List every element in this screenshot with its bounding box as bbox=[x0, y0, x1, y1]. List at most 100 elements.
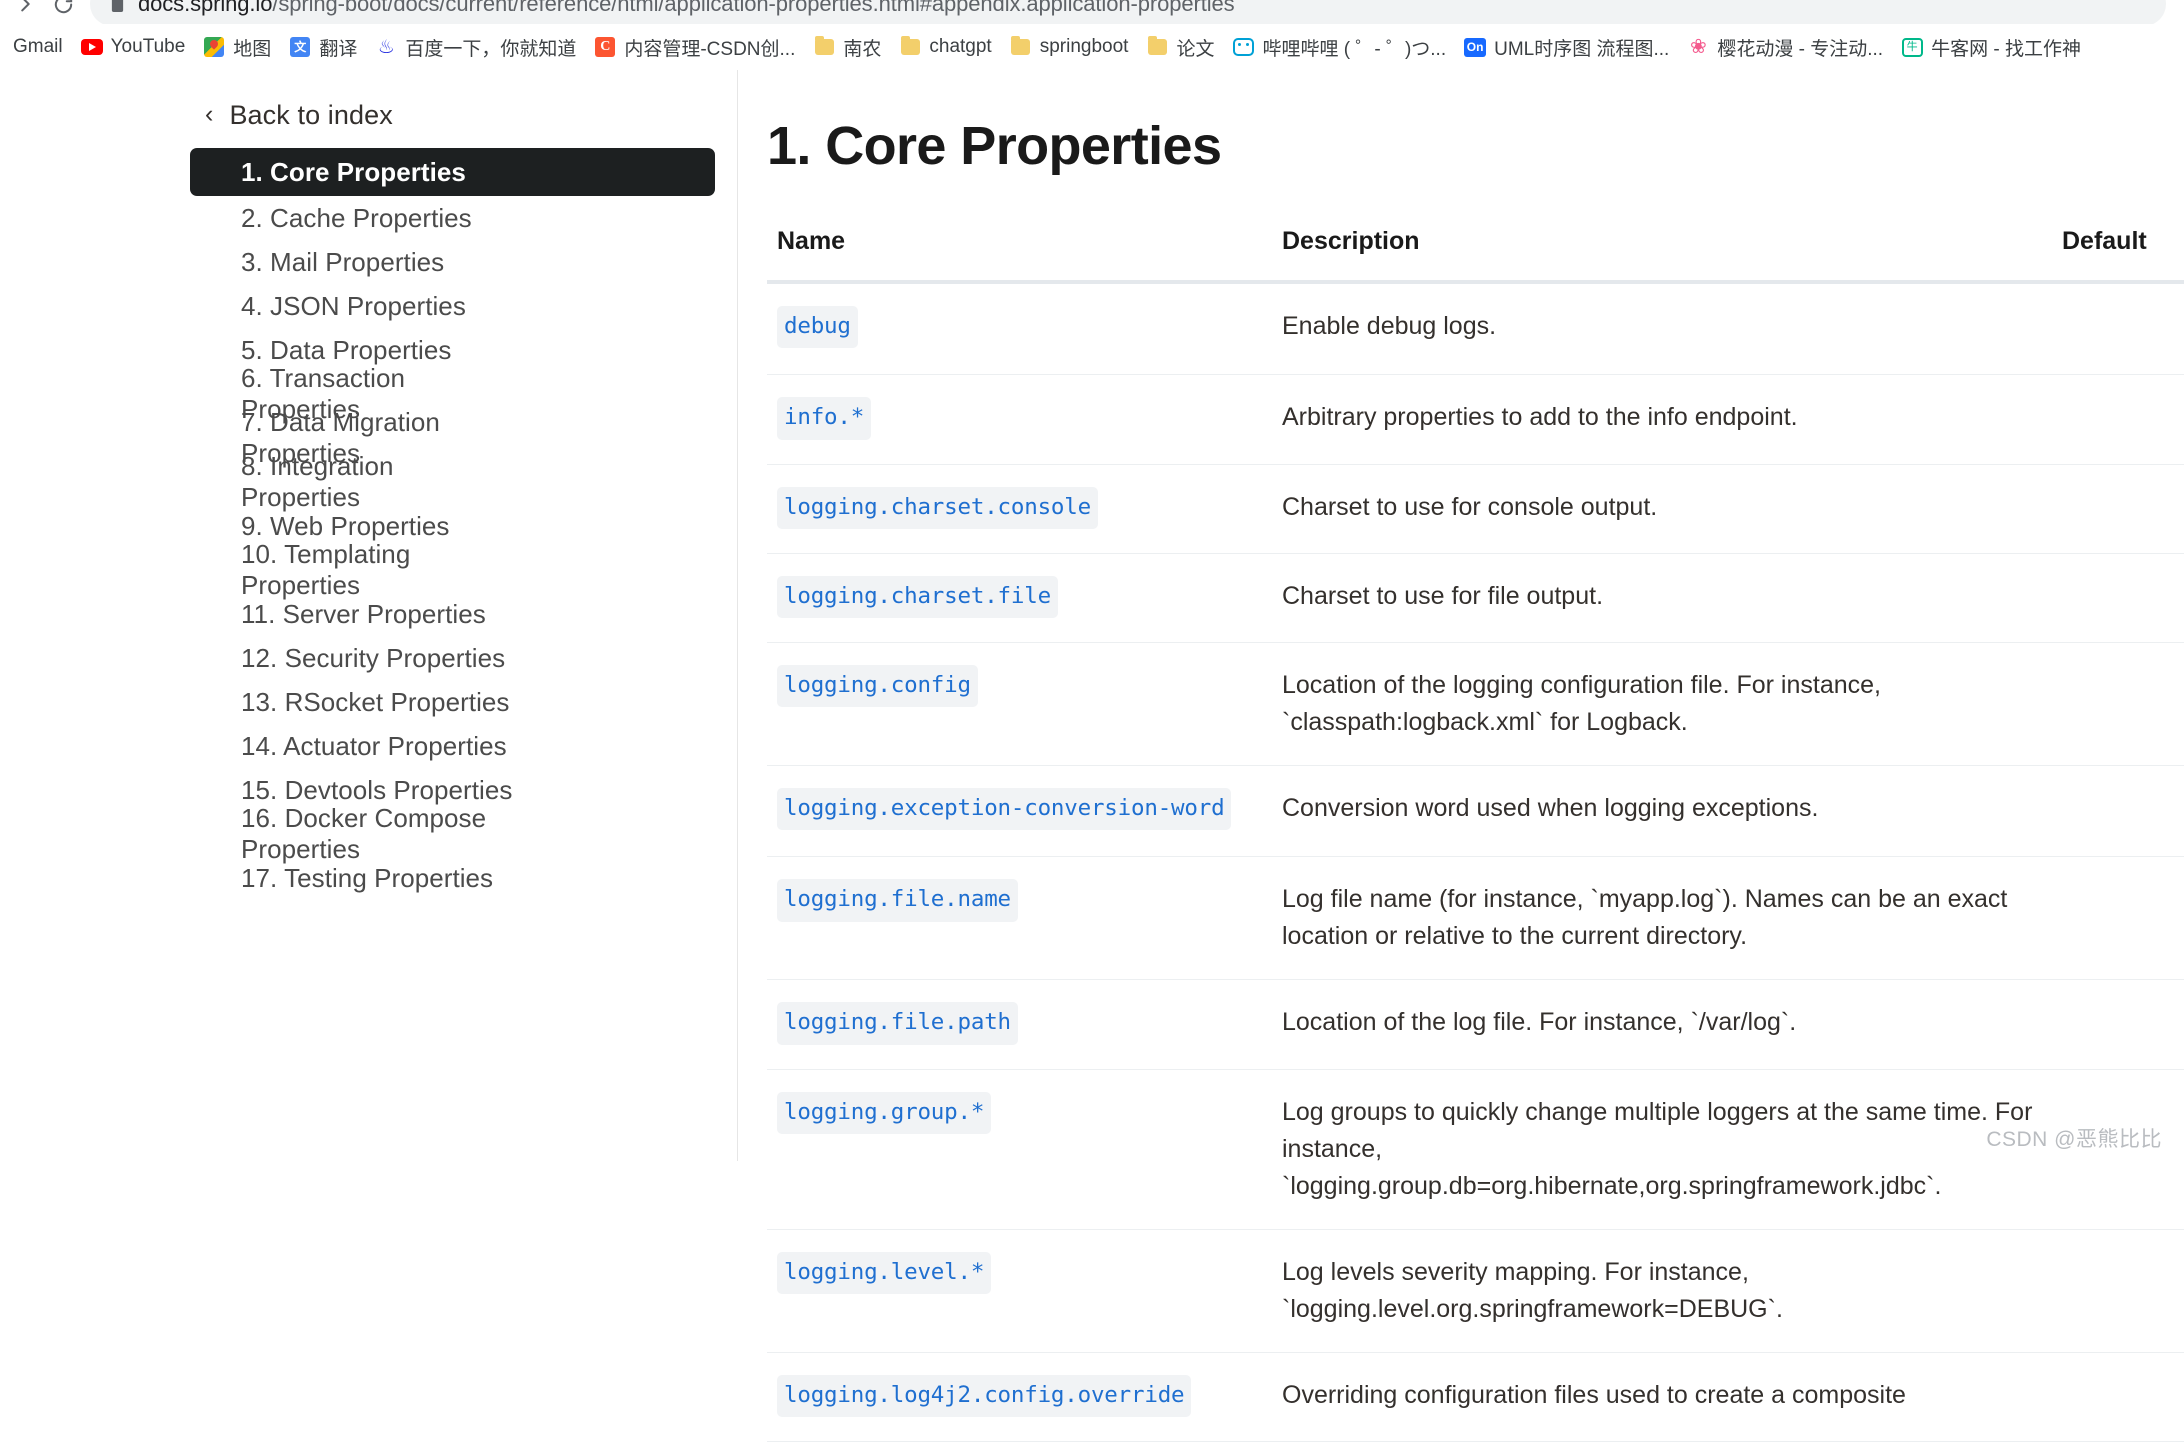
cell-description: Log file name (for instance, `myapp.log`… bbox=[1272, 856, 2052, 981]
bookmark-youtube[interactable]: YouTube bbox=[72, 30, 195, 64]
table-row: debug Enable debug logs. false bbox=[767, 282, 2184, 376]
properties-table: Name Description Default debug Enable deb… bbox=[767, 227, 2184, 1442]
bookmark-csdn[interactable]: C 内容管理-CSDN创... bbox=[585, 30, 804, 64]
sidebar-item-16[interactable]: 16. Docker Compose Properties bbox=[190, 803, 514, 864]
sidebar-item-label: 3. Mail Properties bbox=[241, 246, 445, 277]
bookmark-bilibili[interactable]: 哔哩哔哩 ( ゜- ゜)つ... bbox=[1223, 30, 1455, 64]
chevron-left-icon: ‹ bbox=[205, 99, 214, 128]
sidebar-item-11[interactable]: 11. Server Properties bbox=[190, 592, 514, 636]
sidebar-item-4[interactable]: 4. JSON Properties bbox=[190, 284, 514, 328]
table-row: logging.file.path Location of the log fil… bbox=[767, 979, 2184, 1070]
google-maps-icon bbox=[203, 36, 225, 58]
cell-description: Charset to use for file output. bbox=[1272, 553, 2052, 644]
forward-arrow-icon[interactable] bbox=[8, 0, 42, 21]
property-name-link[interactable]: logging.file.name bbox=[777, 879, 1018, 922]
sidebar-item-label: 4. JSON Properties bbox=[241, 290, 466, 321]
table-row: logging.exception-conversion-word Convers… bbox=[767, 765, 2184, 858]
bookmark-sakura[interactable]: ❀ 樱花动漫 - 专注动... bbox=[1678, 30, 1892, 64]
sidebar-item-3[interactable]: 3. Mail Properties bbox=[190, 240, 514, 284]
cell-default-value bbox=[2052, 979, 2184, 1070]
cell-property-name: logging.log4j2.config.override bbox=[767, 1352, 1272, 1442]
bookmark-folder-nannong[interactable]: 南农 bbox=[804, 30, 890, 64]
table-row: logging.file.name Log file name (for inst… bbox=[767, 856, 2184, 981]
baidu-icon: ♨ bbox=[377, 36, 395, 58]
bookmarks-bar: Gmail YouTube 地图 文 翻译 ♨ 百度一下，你就知道 C 内容管理… bbox=[0, 24, 2184, 70]
address-bar[interactable]: docs.spring.io/spring-boot/docs/current/… bbox=[90, 0, 2166, 26]
bookmark-label: springboot bbox=[1039, 36, 1129, 57]
sidebar-item-17[interactable]: 17. Testing Properties bbox=[190, 856, 514, 900]
bookmark-nowcoder[interactable]: 牛 牛客网 - 找工作神 bbox=[1892, 30, 2090, 64]
cell-property-name: logging.level.* bbox=[767, 1229, 1272, 1353]
bookmark-uml[interactable]: On UML时序图 流程图... bbox=[1455, 30, 1678, 64]
table-row: logging.charset.console Charset to use fo… bbox=[767, 464, 2184, 554]
sidebar-item-13[interactable]: 13. RSocket Properties bbox=[190, 680, 514, 724]
table-row: logging.level.* Log levels severity mappi… bbox=[767, 1229, 2184, 1353]
cell-property-name: logging.config bbox=[767, 642, 1272, 767]
cell-property-name: logging.file.name bbox=[767, 856, 1272, 981]
page-content: ‹ Back to index 1. Core Properties 2. Cac… bbox=[0, 70, 2184, 1442]
folder-icon bbox=[1146, 36, 1168, 58]
sidebar-item-label: 5. Data Properties bbox=[241, 334, 452, 365]
sidebar-item-8[interactable]: 8. Integration Properties bbox=[190, 451, 514, 512]
property-name-link[interactable]: info.* bbox=[777, 397, 872, 440]
bookmark-label: 牛客网 - 找工作神 bbox=[1931, 38, 2081, 60]
bookmark-label: chatgpt bbox=[929, 36, 992, 57]
property-name-link[interactable]: logging.exception-conversion-word bbox=[777, 788, 1232, 831]
property-name-link[interactable]: debug bbox=[777, 306, 858, 349]
cell-default-value bbox=[2052, 856, 2184, 981]
description-text: Location of the logging configuration fi… bbox=[1282, 671, 1881, 737]
back-to-index-link[interactable]: ‹ Back to index bbox=[205, 92, 737, 138]
properties-table-body: debug Enable debug logs. false info.* Arbitr… bbox=[767, 282, 2184, 1442]
url-path: /spring-boot/docs/current/reference/html… bbox=[272, 0, 1235, 16]
bookmark-label: 论文 bbox=[1176, 38, 1215, 60]
description-text: Enable debug logs. bbox=[1282, 312, 1497, 340]
cell-default-value bbox=[2052, 1229, 2184, 1353]
bookmark-gmail[interactable]: Gmail bbox=[4, 30, 72, 64]
sidebar-item-12[interactable]: 12. Security Properties bbox=[190, 636, 514, 680]
cell-description: Arbitrary properties to add to the info … bbox=[1272, 374, 2052, 465]
property-name-link[interactable]: logging.level.* bbox=[777, 1251, 992, 1295]
bookmark-baidu[interactable]: ♨ 百度一下，你就知道 bbox=[366, 30, 585, 64]
browser-chrome: docs.spring.io/spring-boot/docs/current/… bbox=[0, 0, 2184, 70]
cell-description: Overriding configuration files used to c… bbox=[1272, 1352, 2052, 1442]
bookmark-label: 南农 bbox=[843, 38, 882, 60]
property-name-link[interactable]: logging.charset.file bbox=[777, 575, 1058, 619]
sidebar-item-label: 13. RSocket Properties bbox=[241, 686, 510, 717]
google-translate-icon: 文 bbox=[289, 36, 311, 58]
sidebar-item-1[interactable]: 1. Core Properties bbox=[190, 148, 715, 196]
table-row: logging.log4j2.config.override Overriding… bbox=[767, 1352, 2184, 1442]
cell-description: Location of the logging configuration fi… bbox=[1272, 642, 2052, 767]
url-text: docs.spring.io/spring-boot/docs/current/… bbox=[138, 0, 1235, 17]
sidebar-item-label: 9. Web Properties bbox=[241, 510, 450, 541]
property-name-link[interactable]: logging.charset.console bbox=[777, 486, 1098, 529]
bookmark-folder-chatgpt[interactable]: chatgpt bbox=[890, 30, 1000, 64]
bookmark-maps[interactable]: 地图 bbox=[194, 30, 280, 64]
page-info-icon[interactable] bbox=[108, 0, 126, 13]
sidebar-item-label: 10. Templating Properties bbox=[241, 539, 411, 600]
property-name-link[interactable]: logging.file.path bbox=[777, 1002, 1018, 1045]
property-name-link[interactable]: logging.log4j2.config.override bbox=[777, 1374, 1192, 1418]
bookmark-label: 翻译 bbox=[319, 38, 358, 60]
description-text: Conversion word used when logging except… bbox=[1282, 794, 1819, 823]
cell-description: Location of the log file. For instance, … bbox=[1272, 979, 2052, 1070]
description-text: Overriding configuration files used to c… bbox=[1282, 1380, 1906, 1409]
sidebar-item-label: 15. Devtools Properties bbox=[241, 774, 513, 805]
cell-default-value: %wEx bbox=[2052, 765, 2184, 858]
sidebar-item-10[interactable]: 10. Templating Properties bbox=[190, 539, 514, 600]
cell-default-value bbox=[2052, 1352, 2184, 1442]
sidebar-item-2[interactable]: 2. Cache Properties bbox=[190, 196, 514, 240]
bookmark-label: 内容管理-CSDN创... bbox=[624, 38, 796, 60]
bookmark-folder-lunwen[interactable]: 论文 bbox=[1137, 30, 1223, 64]
description-text: Charset to use for file output. bbox=[1282, 581, 1604, 610]
bilibili-icon bbox=[1232, 36, 1254, 58]
sidebar-item-14[interactable]: 14. Actuator Properties bbox=[190, 724, 514, 768]
sidebar-navigation: ‹ Back to index 1. Core Properties 2. Cac… bbox=[0, 70, 738, 1161]
property-name-link[interactable]: logging.config bbox=[777, 665, 978, 708]
watermark: CSDN @恶熊比比 bbox=[1986, 1128, 2162, 1151]
bookmark-translate[interactable]: 文 翻译 bbox=[280, 30, 366, 64]
property-name-link[interactable]: logging.group.* bbox=[777, 1091, 992, 1135]
table-row: logging.charset.file Charset to use for f… bbox=[767, 553, 2184, 644]
cell-property-name: logging.file.path bbox=[767, 979, 1272, 1070]
reload-icon[interactable] bbox=[46, 0, 80, 21]
bookmark-folder-springboot[interactable]: springboot bbox=[1001, 30, 1138, 64]
